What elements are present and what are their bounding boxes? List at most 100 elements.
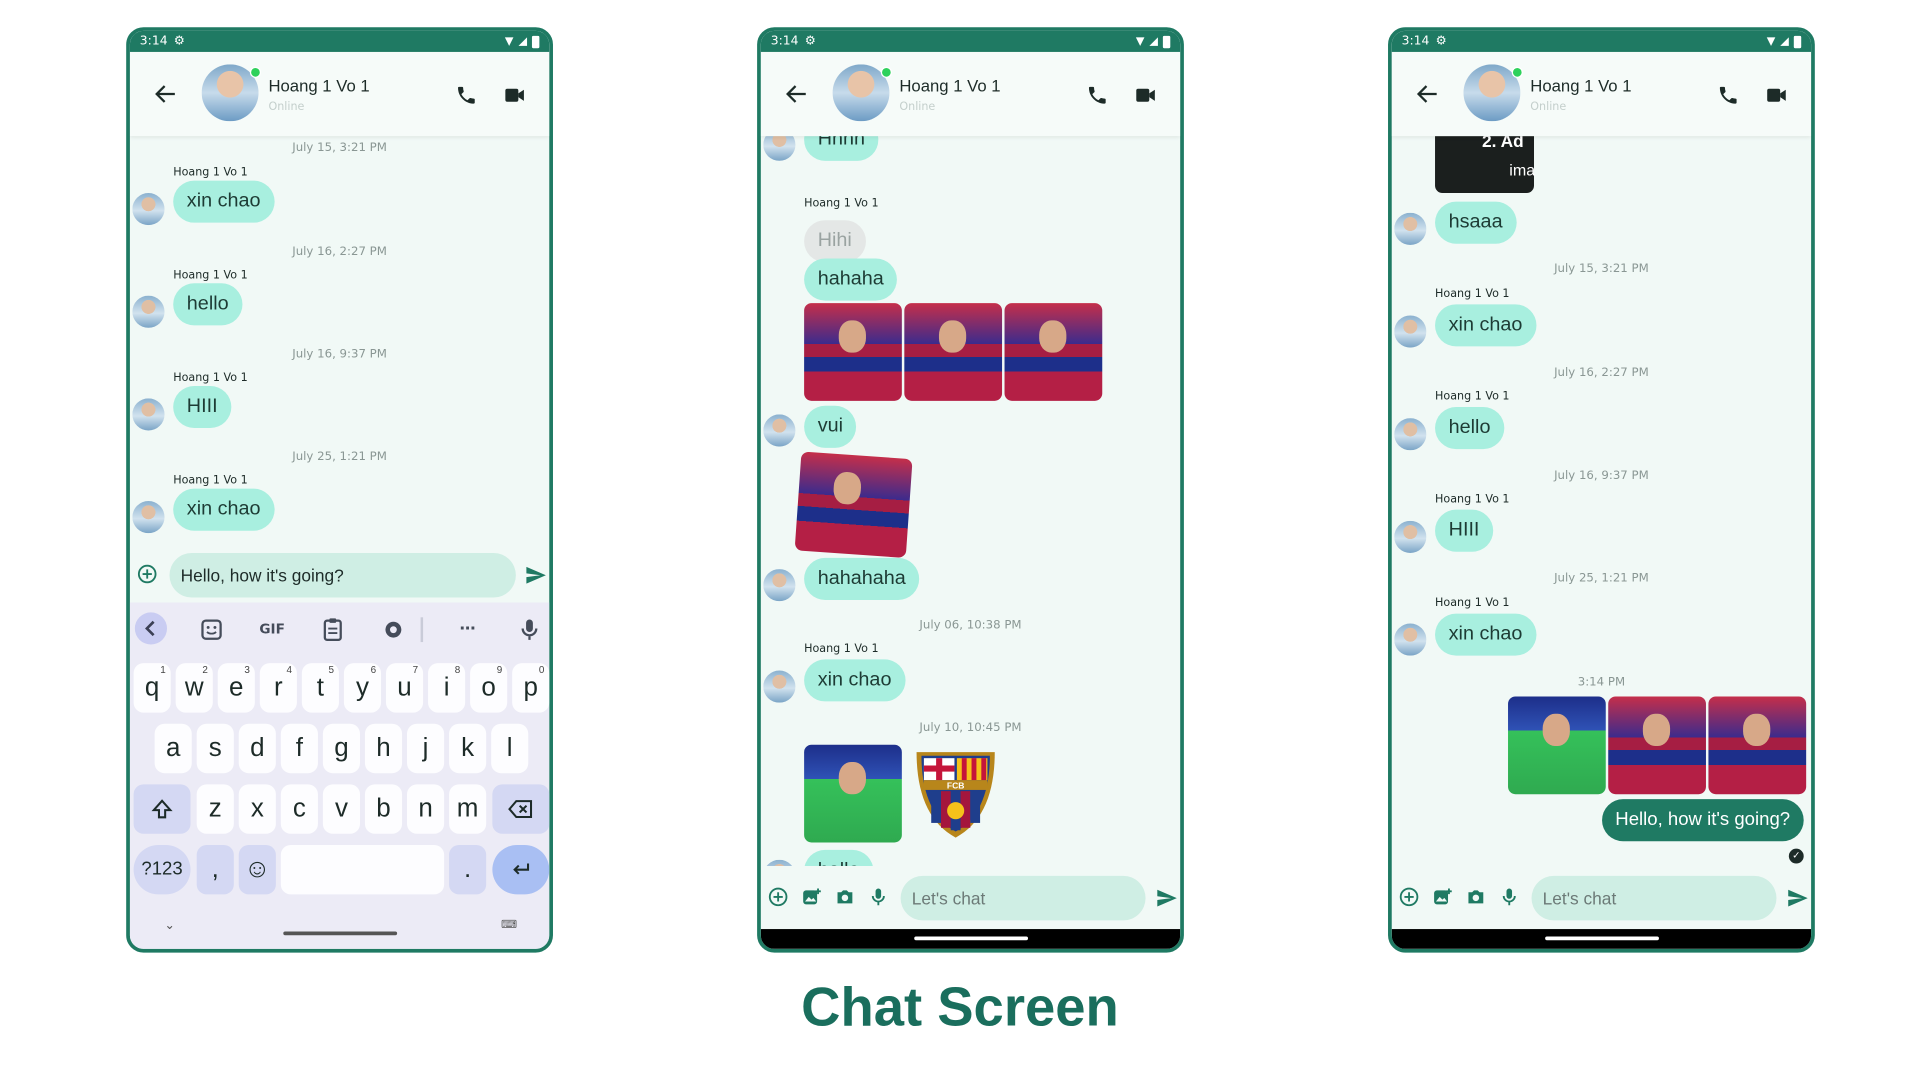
message-input[interactable]: Let's chat <box>1531 875 1777 921</box>
keyboard-switch-icon[interactable]: ⌨ <box>501 919 517 931</box>
phone-icon[interactable] <box>455 84 477 106</box>
image-thumbnail[interactable] <box>1004 303 1103 401</box>
key-v[interactable]: v <box>322 784 360 834</box>
microphone-icon[interactable] <box>516 616 543 643</box>
message-list[interactable]: 2. Ad ima hsaaa July 15, 3:21 PM Hoang 1… <box>1392 136 1811 866</box>
key-y[interactable]: y6 <box>343 663 382 713</box>
emoji-key[interactable]: ☺ <box>238 844 276 895</box>
video-camera-icon[interactable] <box>1133 84 1158 106</box>
image-thumbnail[interactable] <box>1508 696 1606 795</box>
key-g[interactable]: g <box>322 723 360 774</box>
backspace-key[interactable] <box>492 784 550 834</box>
video-camera-icon[interactable] <box>1764 84 1789 106</box>
message-bubble[interactable]: hallo <box>804 849 874 866</box>
gear-icon[interactable] <box>380 616 407 643</box>
comma-key[interactable]: , <box>196 844 234 895</box>
back-arrow-icon[interactable] <box>152 80 179 107</box>
key-o[interactable]: o9 <box>470 663 508 713</box>
plus-circle-icon[interactable] <box>1398 886 1420 908</box>
message-bubble[interactable]: xin chao <box>173 180 275 223</box>
key-i[interactable]: i8 <box>428 663 466 713</box>
key-w[interactable]: w2 <box>175 663 213 713</box>
message-input[interactable]: Let's chat <box>900 875 1146 921</box>
send-icon[interactable] <box>523 564 548 586</box>
key-l[interactable]: l <box>491 723 529 774</box>
player-face <box>1039 320 1067 353</box>
key-k[interactable]: k <box>449 723 487 774</box>
clipboard-icon[interactable] <box>319 616 346 643</box>
video-camera-icon[interactable] <box>502 84 527 106</box>
phone-icon[interactable] <box>1717 84 1739 106</box>
message-bubble[interactable]: xin chao <box>173 488 275 531</box>
key-s[interactable]: s <box>196 723 234 774</box>
shared-document-card[interactable]: 2. Ad ima <box>1435 136 1535 193</box>
gallery-icon[interactable] <box>1431 886 1453 908</box>
keyboard-collapse-button[interactable] <box>134 612 168 645</box>
key-h[interactable]: h <box>364 723 403 774</box>
image-thumbnail[interactable] <box>1608 696 1706 795</box>
key-n[interactable]: n <box>407 784 445 834</box>
gallery-icon[interactable] <box>800 886 822 908</box>
sent-message-bubble[interactable]: Hello, how it's going? <box>1601 799 1804 842</box>
shift-key[interactable] <box>133 784 191 834</box>
sender-name: Hoang 1 Vo 1 <box>1435 390 1510 404</box>
message-bubble[interactable]: xin chao <box>1435 304 1536 347</box>
key-a[interactable]: a <box>154 723 192 774</box>
message-bubble[interactable]: hsaaa <box>1435 201 1517 244</box>
camera-icon[interactable] <box>1465 886 1487 908</box>
message-bubble[interactable]: vui <box>804 405 857 448</box>
back-arrow-icon[interactable] <box>1414 80 1441 107</box>
emoji-icon: ☺ <box>244 854 271 884</box>
sticker-icon[interactable] <box>198 616 225 643</box>
key-m[interactable]: m <box>449 784 487 834</box>
message-bubble[interactable]: xin chao <box>1435 613 1536 656</box>
key-e[interactable]: e3 <box>217 663 255 713</box>
key-f[interactable]: f <box>280 723 318 774</box>
chevron-down-icon[interactable]: ⌄ <box>165 919 175 933</box>
key-j[interactable]: j <box>407 723 445 774</box>
microphone-icon[interactable] <box>867 886 889 908</box>
send-icon[interactable] <box>1785 887 1810 909</box>
message-list[interactable]: Hhhh Hoang 1 Vo 1 Hihi hahaha vui hahaha… <box>761 136 1180 866</box>
message-list[interactable]: July 15, 3:21 PM Hoang 1 Vo 1 xin chao J… <box>130 136 549 544</box>
message-bubble[interactable]: hahahaha <box>804 557 920 600</box>
phone-icon[interactable] <box>1086 84 1108 106</box>
key-p[interactable]: p0 <box>512 663 550 713</box>
enter-key[interactable] <box>492 844 550 895</box>
image-thumbnail[interactable] <box>804 303 902 401</box>
gif-button[interactable]: GIF <box>254 616 291 643</box>
message-input[interactable]: Hello, how it's going? <box>169 552 516 598</box>
back-arrow-icon[interactable] <box>783 80 810 107</box>
microphone-icon[interactable] <box>1498 886 1520 908</box>
sticker-image[interactable] <box>794 451 913 558</box>
plus-circle-icon[interactable] <box>136 563 158 585</box>
more-icon[interactable]: ⋯ <box>454 616 481 643</box>
image-thumbnail[interactable] <box>1708 696 1807 795</box>
camera-icon[interactable] <box>834 886 856 908</box>
key-r[interactable]: r4 <box>259 663 297 713</box>
key-z[interactable]: z <box>196 784 234 834</box>
key-u[interactable]: u7 <box>385 663 424 713</box>
message-bubble[interactable]: HIII <box>173 385 232 429</box>
symbols-key[interactable]: ?123 <box>133 844 191 895</box>
key-c[interactable]: c <box>280 784 318 834</box>
plus-circle-icon[interactable] <box>767 886 789 908</box>
period-key[interactable]: . <box>449 844 487 895</box>
message-bubble-deleted[interactable]: Hihi <box>804 220 866 263</box>
message-bubble[interactable]: hello <box>173 283 243 326</box>
key-q[interactable]: q1 <box>133 663 171 713</box>
message-bubble[interactable]: HIII <box>1435 509 1494 552</box>
fc-barcelona-crest-icon[interactable]: FCB <box>907 745 1005 843</box>
message-bubble[interactable]: hahaha <box>804 258 898 301</box>
key-x[interactable]: x <box>238 784 276 834</box>
message-bubble[interactable]: hello <box>1435 407 1505 450</box>
message-bubble[interactable]: Hhhh <box>804 136 879 161</box>
key-d[interactable]: d <box>238 723 276 774</box>
image-thumbnail[interactable] <box>804 744 902 843</box>
image-thumbnail[interactable] <box>904 303 1003 401</box>
send-icon[interactable] <box>1154 887 1179 909</box>
key-t[interactable]: t5 <box>301 663 339 713</box>
space-key[interactable] <box>280 844 445 895</box>
key-b[interactable]: b <box>364 784 403 834</box>
message-bubble[interactable]: xin chao <box>804 659 906 702</box>
